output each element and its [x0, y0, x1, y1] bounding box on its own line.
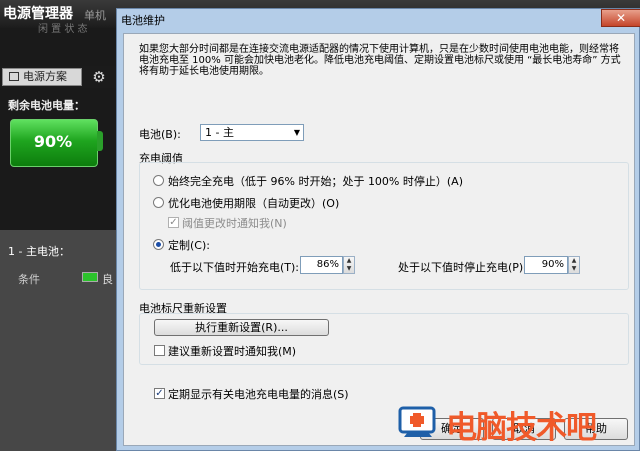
battery-maintenance-dialog: 电池维护 ✕ 如果您大部分时间都是在连接交流电源适配器的情况下使用计算机，只是在…: [116, 8, 640, 451]
battery-info-panel: [0, 230, 116, 451]
battery-percent: 90%: [33, 132, 73, 151]
radio-optimize-label: 优化电池使用期限（自动更改）(O): [168, 197, 340, 210]
stop-charge-spinner[interactable]: ▲ ▼: [568, 256, 580, 274]
chevron-down-icon: ▼: [293, 128, 300, 137]
condition-label: 条件: [18, 273, 40, 286]
watermark: 电脑技术吧: [398, 400, 640, 451]
radio-custom-label: 定制(C):: [168, 239, 210, 252]
tab-icon: [9, 72, 19, 81]
watermark-text: 电脑技术吧: [446, 410, 597, 446]
start-charge-input[interactable]: 86%: [300, 256, 343, 274]
intro-text: 如果您大部分时间都是在连接交流电源适配器的情况下使用计算机，只是在少数时间使用电…: [139, 44, 621, 77]
start-charge-spinner[interactable]: ▲ ▼: [343, 256, 355, 274]
dialog-client: 如果您大部分时间都是在连接交流电源适配器的情况下使用计算机，只是在少数时间使用电…: [123, 33, 635, 446]
show-messages-checkbox[interactable]: ✓: [154, 388, 165, 399]
battery-select-label: 电池(B):: [139, 128, 181, 141]
notify-change-label: 阈值更改时通知我(N): [182, 217, 287, 230]
stop-charge-input[interactable]: 90%: [524, 256, 568, 274]
condition-value: 良: [102, 273, 113, 286]
close-button[interactable]: ✕: [601, 9, 640, 27]
condition-battery-icon: [82, 272, 98, 282]
show-messages-label: 定期显示有关电池充电电量的消息(S): [168, 388, 349, 401]
notify-change-checkbox[interactable]: ✓: [168, 217, 179, 228]
radio-custom[interactable]: [153, 239, 164, 250]
gear-icon[interactable]: ⚙: [88, 67, 110, 87]
stop-charge-label: 处于以下值时停止充电(P):: [398, 261, 527, 274]
notify-reset-label: 建议重新设置时通知我(M): [168, 345, 297, 358]
tab-power-scheme-label: 电源方案: [23, 70, 67, 83]
radio-optimize[interactable]: [153, 197, 164, 208]
radio-full-charge-label: 始终完全充电（低于 96% 时开始；处于 100% 时停止）(A): [168, 175, 463, 188]
radio-full-charge[interactable]: [153, 175, 164, 186]
remaining-battery-label: 剩余电池电量：: [8, 99, 85, 112]
battery-select-value: 1 - 主: [205, 126, 234, 139]
tab-power-scheme[interactable]: 电源方案: [2, 68, 82, 86]
monitor-plus-icon: [398, 406, 436, 437]
power-manager-subtitle: 闲 置 状 态: [38, 24, 88, 35]
reset-button[interactable]: 执行重新设置(R)...: [154, 319, 329, 336]
battery-tip: [97, 131, 103, 151]
start-charge-label: 低于以下值时开始充电(T):: [170, 261, 300, 274]
notify-reset-checkbox[interactable]: [154, 345, 165, 356]
dialog-title: 电池维护: [121, 14, 165, 27]
battery1-label: 1 - 主电池：: [8, 245, 70, 258]
battery-select[interactable]: 1 - 主 ▼: [200, 124, 304, 141]
